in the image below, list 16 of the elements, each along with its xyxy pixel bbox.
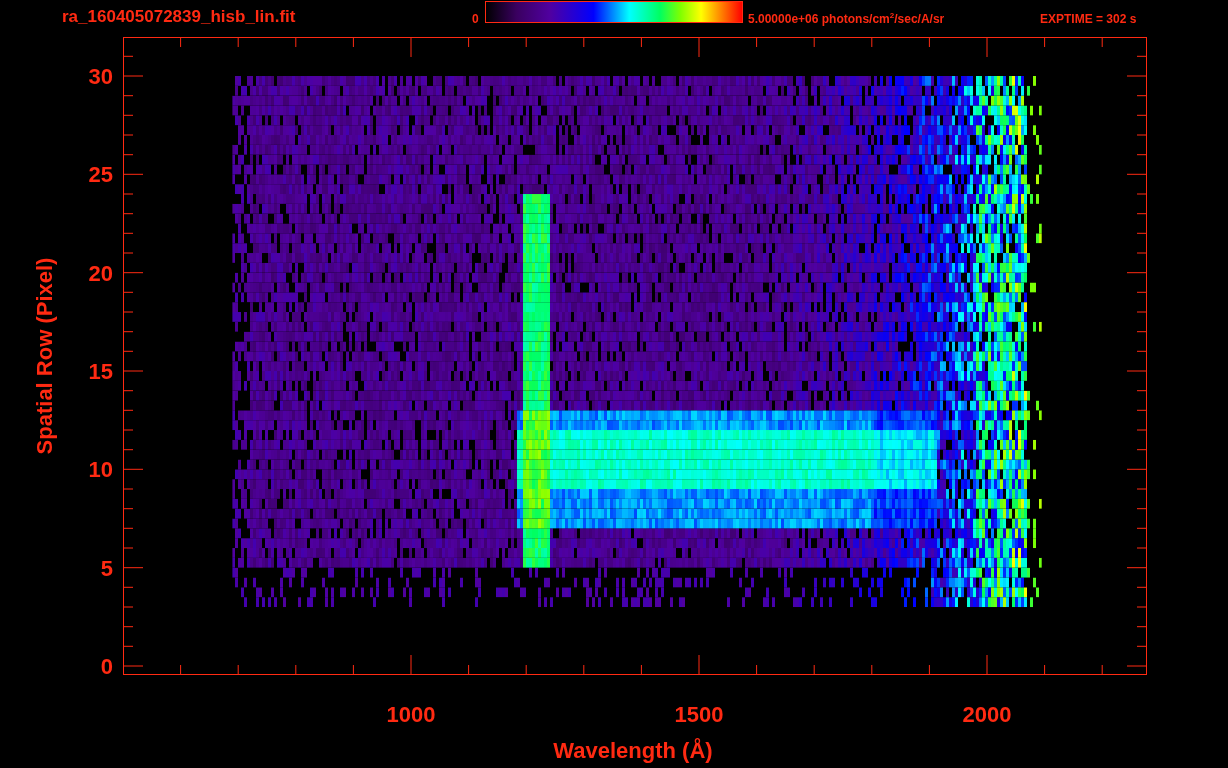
y-tick-label: 15 (88, 359, 113, 384)
y-tick-label: 25 (88, 162, 113, 188)
y-tick-label: 20 (88, 260, 113, 286)
y-tick-label: 30 (88, 64, 113, 89)
file-title: ra_160405072839_hisb_lin.fit (62, 6, 297, 28)
colorbar-min-label: 0 (472, 11, 480, 26)
x-axis-title: Wavelength (Å) (553, 738, 713, 763)
y-tick-label: 10 (88, 457, 113, 483)
x-tick-label: 1000 (386, 702, 436, 727)
y-tick-label: 0 (100, 654, 113, 679)
colorbar-max-label: 5.00000e+06 photons/cm$^{2}$/sec/A/sr (748, 11, 946, 26)
x-tick-label: 2000 (962, 702, 1012, 727)
y-tick-label: 5 (100, 555, 113, 581)
y-axis-title: Spatial Row (Pixel) (32, 257, 57, 455)
exposure-time: EXPTIME = 302 s (1040, 11, 1137, 26)
x-tick-label: 1500 (674, 702, 724, 727)
